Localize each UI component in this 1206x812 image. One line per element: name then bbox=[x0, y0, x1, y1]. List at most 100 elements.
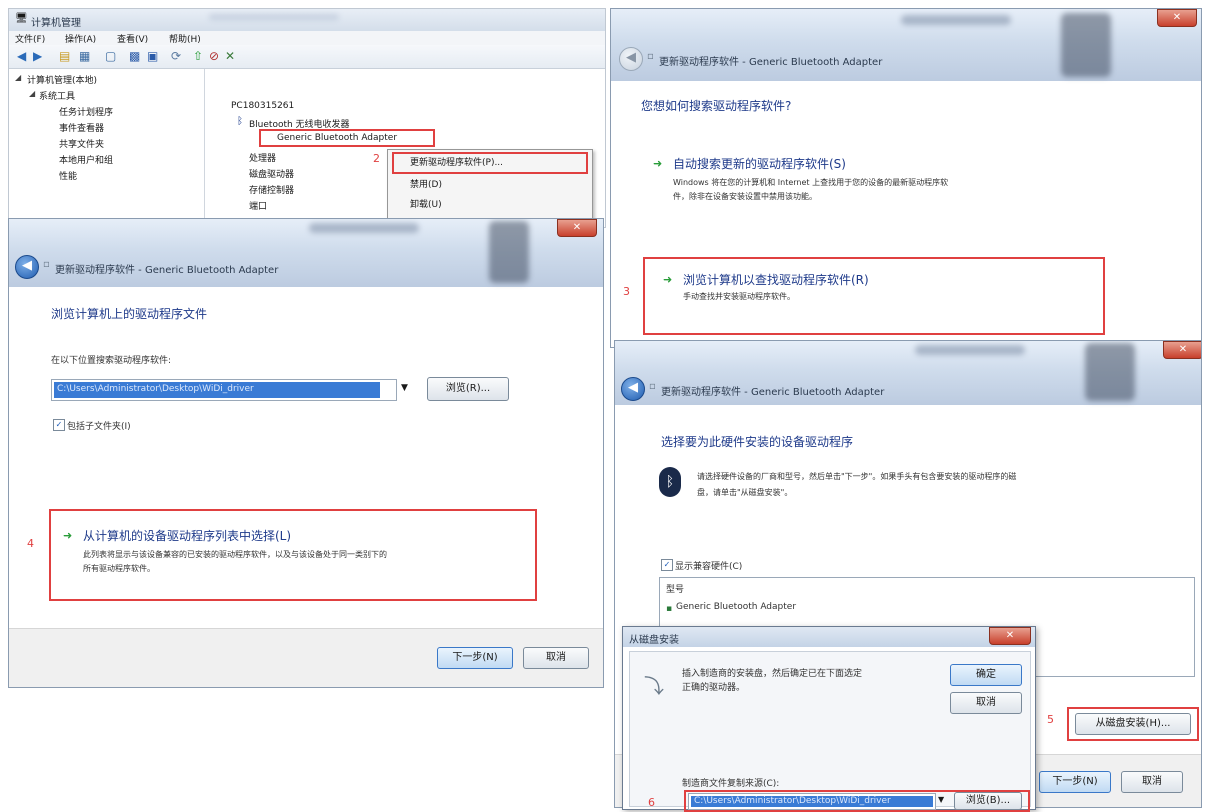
computer-icon: 🖥 bbox=[15, 13, 28, 24]
monitor-icon[interactable]: ▣ bbox=[147, 49, 158, 63]
install-from-disk-dialog: 从磁盘安装 ✕ ⤵ 插入制造商的安装盘，然后确定已在下面选定 正确的驱动器。 确… bbox=[622, 626, 1036, 810]
scan-icon[interactable]: ⟳ bbox=[171, 49, 181, 63]
cancel-button[interactable]: 取消 bbox=[523, 647, 589, 669]
menu-disable[interactable]: 禁用(D) bbox=[392, 176, 588, 194]
ok-button[interactable]: 确定 bbox=[950, 664, 1022, 686]
close-button[interactable]: ✕ bbox=[989, 627, 1031, 645]
option-pick-from-list[interactable]: ➜ 从计算机的设备驱动程序列表中选择(L) 此列表将显示与该设备兼容的已安装的驱… bbox=[49, 509, 537, 601]
copy-from-label: 制造商文件复制来源(C): bbox=[682, 779, 780, 789]
step-number-2: 2 bbox=[373, 152, 380, 165]
option-auto-desc-1: Windows 将在您的计算机和 Internet 上查找用于您的设备的最新驱动… bbox=[673, 178, 949, 187]
pick-title: 从计算机的设备驱动程序列表中选择(L) bbox=[83, 529, 292, 543]
tree-item-root[interactable]: 计算机管理(本地) bbox=[27, 73, 97, 86]
device-icon: ▫ bbox=[649, 381, 656, 392]
step-number-4: 4 bbox=[27, 537, 34, 550]
dropdown-arrow-icon[interactable]: ▼ bbox=[938, 795, 944, 804]
copy-path-input[interactable]: C:\Users\Administrator\Desktop\WiDi_driv… bbox=[688, 793, 936, 810]
insert-disk-message-2: 正确的驱动器。 bbox=[682, 683, 746, 693]
tree-item-disk-drives[interactable]: 磁盘驱动器 bbox=[249, 167, 294, 180]
close-button[interactable]: ✕ bbox=[1157, 9, 1197, 27]
browse-disk-button[interactable]: 浏览(B)... bbox=[954, 792, 1022, 810]
dialog-footer: 下一步(N) 取消 bbox=[9, 628, 603, 687]
include-subfolders-label: 包括子文件夹(I) bbox=[67, 422, 131, 432]
title-bar: 🖥 计算机管理 bbox=[9, 9, 605, 31]
back-arrow-icon[interactable]: ◀ bbox=[15, 255, 39, 279]
dialog-title: 更新驱动程序软件 - Generic Bluetooth Adapter bbox=[55, 265, 279, 276]
expand-icon[interactable]: ◢ bbox=[29, 89, 35, 98]
update-icon[interactable]: ⇧ bbox=[193, 49, 203, 63]
update-driver-search-dialog: ◀ ▫ 更新驱动程序软件 - Generic Bluetooth Adapter… bbox=[610, 8, 1202, 348]
window-title: 计算机管理 bbox=[31, 18, 81, 29]
dialog-title: 更新驱动程序软件 - Generic Bluetooth Adapter bbox=[659, 57, 883, 68]
option-auto-search[interactable]: ➜ 自动搜索更新的驱动程序软件(S) Windows 将在您的计算机和 Inte… bbox=[643, 149, 1103, 215]
uninstall-icon[interactable]: ✕ bbox=[225, 49, 235, 63]
tree-item-system-tools[interactable]: 系统工具 bbox=[39, 89, 75, 102]
menu-file[interactable]: 文件(F) bbox=[15, 32, 45, 45]
expand-icon[interactable]: ◢ bbox=[15, 73, 21, 82]
tree-item-performance[interactable]: 性能 bbox=[59, 169, 77, 182]
close-button[interactable]: ✕ bbox=[1163, 341, 1201, 359]
show-compatible-label: 显示兼容硬件(C) bbox=[675, 562, 743, 572]
next-button[interactable]: 下一步(N) bbox=[1039, 771, 1111, 793]
dropdown-arrow-icon[interactable]: ▼ bbox=[401, 383, 408, 393]
tree-item-storage-controller[interactable]: 存储控制器 bbox=[249, 183, 294, 196]
show-compatible-checkbox[interactable]: ✓ bbox=[661, 559, 673, 571]
grid-icon[interactable]: ▩ bbox=[129, 49, 140, 63]
title-bar: ◀ ▫ 更新驱动程序软件 - Generic Bluetooth Adapter… bbox=[611, 9, 1201, 81]
menu-action[interactable]: 操作(A) bbox=[65, 32, 96, 45]
device-icon: ▫ bbox=[43, 259, 50, 270]
green-arrow-icon: ➜ bbox=[653, 157, 663, 170]
folder-icon[interactable]: ▤ bbox=[59, 49, 70, 63]
back-arrow-icon[interactable]: ◀ bbox=[17, 49, 26, 63]
driver-path-input[interactable]: C:\Users\Administrator\Desktop\WiDi_driv… bbox=[51, 379, 397, 401]
disable-icon[interactable]: ⊘ bbox=[209, 49, 219, 63]
green-arrow-icon: ➜ bbox=[663, 273, 673, 286]
back-arrow-icon[interactable]: ◀ bbox=[621, 377, 645, 401]
tree-computer-root[interactable]: PC180315261 bbox=[231, 101, 294, 111]
insert-disk-message-1: 插入制造商的安装盘，然后确定已在下面选定 bbox=[682, 669, 863, 679]
have-disk-button[interactable]: 从磁盘安装(H)... bbox=[1075, 713, 1191, 735]
cancel-button[interactable]: 取消 bbox=[1121, 771, 1183, 793]
option-auto-title: 自动搜索更新的驱动程序软件(S) bbox=[673, 157, 846, 171]
copy-path-selected: C:\Users\Administrator\Desktop\WiDi_driv… bbox=[691, 796, 933, 807]
dialog-title: 从磁盘安装 bbox=[629, 635, 679, 646]
next-button[interactable]: 下一步(N) bbox=[437, 647, 513, 669]
forward-arrow-icon[interactable]: ▶ bbox=[33, 49, 42, 63]
step-number-3: 3 bbox=[623, 285, 630, 298]
list-item-icon: ▪ bbox=[666, 604, 673, 614]
list-item[interactable]: Generic Bluetooth Adapter bbox=[676, 602, 796, 612]
include-subfolders-checkbox[interactable]: ✓ bbox=[53, 419, 65, 431]
tree-item-processor[interactable]: 处理器 bbox=[249, 151, 276, 164]
path-selected-text: C:\Users\Administrator\Desktop\WiDi_driv… bbox=[54, 382, 380, 398]
back-arrow-icon: ◀ bbox=[619, 47, 643, 71]
bluetooth-icon: ᛒ bbox=[659, 467, 681, 497]
select-desc-1: 请选择硬件设备的厂商和型号，然后单击"下一步"。如果手头有包含要安装的驱动程序的… bbox=[697, 472, 1017, 481]
context-menu: 更新驱动程序软件(P)... 禁用(D) 卸载(U) bbox=[387, 149, 593, 227]
help-icon[interactable]: ▢ bbox=[105, 49, 116, 63]
tree-item-event-viewer[interactable]: 事件查看器 bbox=[59, 121, 104, 134]
green-arrow-icon: ➜ bbox=[63, 529, 73, 542]
close-button[interactable]: ✕ bbox=[557, 219, 597, 237]
tree-item-local-users[interactable]: 本地用户和组 bbox=[59, 153, 113, 166]
tree-item-task-scheduler[interactable]: 任务计划程序 bbox=[59, 105, 113, 118]
tree-item-ports[interactable]: 端口 bbox=[249, 199, 267, 212]
browse-button[interactable]: 浏览(R)... bbox=[427, 377, 509, 401]
search-question: 您想如何搜索驱动程序软件? bbox=[641, 99, 792, 113]
menu-uninstall[interactable]: 卸载(U) bbox=[392, 196, 588, 214]
option-auto-desc-2: 件，除非在设备安装设置中禁用该功能。 bbox=[673, 192, 817, 201]
menu-help[interactable]: 帮助(H) bbox=[169, 32, 201, 45]
option-browse-desc: 手动查找并安装驱动程序软件。 bbox=[683, 292, 795, 301]
toolbar: ◀ ▶ ▤ ▦ ▢ ▩ ▣ ⟳ ⇧ ⊘ ✕ bbox=[9, 45, 605, 69]
option-browse-computer[interactable]: ➜ 浏览计算机以查找驱动程序软件(R) 手动查找并安装驱动程序软件。 bbox=[643, 257, 1105, 335]
cancel-button[interactable]: 取消 bbox=[950, 692, 1022, 714]
option-browse-title: 浏览计算机以查找驱动程序软件(R) bbox=[683, 273, 869, 287]
list-header: 型号 bbox=[666, 585, 685, 595]
title-bar: ◀ ▫ 更新驱动程序软件 - Generic Bluetooth Adapter… bbox=[615, 341, 1201, 405]
tree-item-shared-folders[interactable]: 共享文件夹 bbox=[59, 137, 104, 150]
disk-panel: ⤵ 插入制造商的安装盘，然后确定已在下面选定 正确的驱动器。 确定 取消 制造商… bbox=[629, 651, 1031, 809]
menu-view[interactable]: 查看(V) bbox=[117, 32, 148, 45]
title-bar: ◀ ▫ 更新驱动程序软件 - Generic Bluetooth Adapter… bbox=[9, 219, 603, 287]
properties-icon[interactable]: ▦ bbox=[79, 49, 90, 63]
title-bar: 从磁盘安装 ✕ bbox=[623, 627, 1035, 647]
pick-desc-2: 所有驱动程序软件。 bbox=[83, 564, 155, 573]
